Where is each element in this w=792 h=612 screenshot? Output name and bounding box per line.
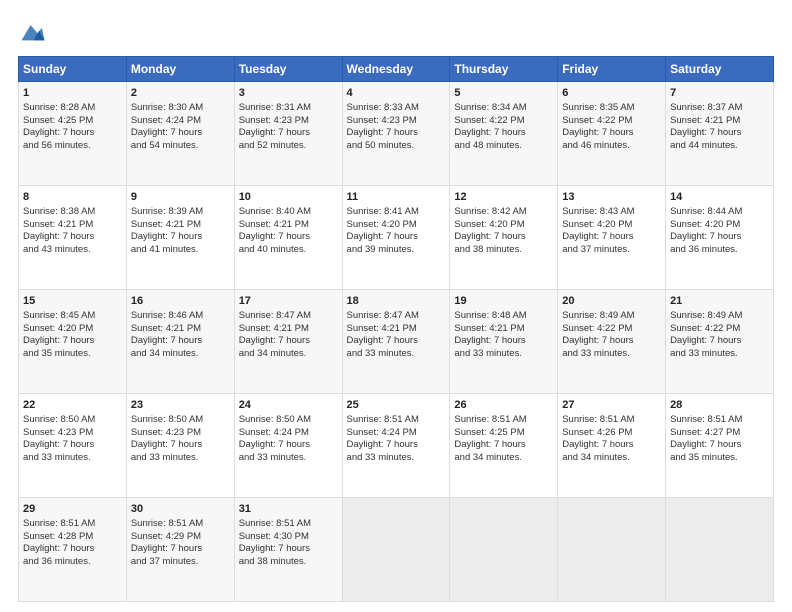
calendar-day-cell: 26Sunrise: 8:51 AMSunset: 4:25 PMDayligh… <box>450 394 558 498</box>
calendar-day-cell: 23Sunrise: 8:50 AMSunset: 4:23 PMDayligh… <box>126 394 234 498</box>
calendar-day-cell <box>666 498 774 602</box>
day-number: 28 <box>670 398 769 413</box>
weekday-header-cell: Sunday <box>19 57 127 82</box>
calendar-day-cell: 5Sunrise: 8:34 AMSunset: 4:22 PMDaylight… <box>450 82 558 186</box>
calendar-day-cell: 16Sunrise: 8:46 AMSunset: 4:21 PMDayligh… <box>126 290 234 394</box>
day-number: 15 <box>23 294 122 309</box>
day-number: 21 <box>670 294 769 309</box>
calendar-day-cell: 7Sunrise: 8:37 AMSunset: 4:21 PMDaylight… <box>666 82 774 186</box>
day-number: 19 <box>454 294 553 309</box>
day-number: 23 <box>131 398 230 413</box>
day-number: 10 <box>239 190 338 205</box>
calendar-day-cell: 4Sunrise: 8:33 AMSunset: 4:23 PMDaylight… <box>342 82 450 186</box>
weekday-header-cell: Wednesday <box>342 57 450 82</box>
calendar-day-cell: 17Sunrise: 8:47 AMSunset: 4:21 PMDayligh… <box>234 290 342 394</box>
day-number: 22 <box>23 398 122 413</box>
calendar-day-cell: 2Sunrise: 8:30 AMSunset: 4:24 PMDaylight… <box>126 82 234 186</box>
calendar-day-cell <box>342 498 450 602</box>
day-number: 4 <box>347 86 446 101</box>
calendar-day-cell: 6Sunrise: 8:35 AMSunset: 4:22 PMDaylight… <box>558 82 666 186</box>
day-number: 31 <box>239 502 338 517</box>
calendar-day-cell: 19Sunrise: 8:48 AMSunset: 4:21 PMDayligh… <box>450 290 558 394</box>
weekday-header-cell: Monday <box>126 57 234 82</box>
logo <box>18 18 50 46</box>
calendar-day-cell: 11Sunrise: 8:41 AMSunset: 4:20 PMDayligh… <box>342 186 450 290</box>
calendar-body: 1Sunrise: 8:28 AMSunset: 4:25 PMDaylight… <box>19 82 774 602</box>
calendar-day-cell: 9Sunrise: 8:39 AMSunset: 4:21 PMDaylight… <box>126 186 234 290</box>
calendar-day-cell: 12Sunrise: 8:42 AMSunset: 4:20 PMDayligh… <box>450 186 558 290</box>
weekday-header-cell: Tuesday <box>234 57 342 82</box>
day-number: 30 <box>131 502 230 517</box>
header <box>18 18 774 46</box>
calendar-day-cell <box>450 498 558 602</box>
day-number: 5 <box>454 86 553 101</box>
calendar-day-cell: 8Sunrise: 8:38 AMSunset: 4:21 PMDaylight… <box>19 186 127 290</box>
day-number: 8 <box>23 190 122 205</box>
calendar-day-cell: 22Sunrise: 8:50 AMSunset: 4:23 PMDayligh… <box>19 394 127 498</box>
calendar-day-cell: 21Sunrise: 8:49 AMSunset: 4:22 PMDayligh… <box>666 290 774 394</box>
day-number: 26 <box>454 398 553 413</box>
calendar-day-cell: 18Sunrise: 8:47 AMSunset: 4:21 PMDayligh… <box>342 290 450 394</box>
day-number: 18 <box>347 294 446 309</box>
day-number: 9 <box>131 190 230 205</box>
calendar-week-row: 22Sunrise: 8:50 AMSunset: 4:23 PMDayligh… <box>19 394 774 498</box>
calendar-week-row: 1Sunrise: 8:28 AMSunset: 4:25 PMDaylight… <box>19 82 774 186</box>
day-number: 14 <box>670 190 769 205</box>
day-number: 3 <box>239 86 338 101</box>
calendar-week-row: 15Sunrise: 8:45 AMSunset: 4:20 PMDayligh… <box>19 290 774 394</box>
day-number: 20 <box>562 294 661 309</box>
day-number: 29 <box>23 502 122 517</box>
calendar-day-cell: 29Sunrise: 8:51 AMSunset: 4:28 PMDayligh… <box>19 498 127 602</box>
weekday-header-cell: Saturday <box>666 57 774 82</box>
calendar-day-cell: 3Sunrise: 8:31 AMSunset: 4:23 PMDaylight… <box>234 82 342 186</box>
calendar-day-cell: 25Sunrise: 8:51 AMSunset: 4:24 PMDayligh… <box>342 394 450 498</box>
calendar-day-cell: 1Sunrise: 8:28 AMSunset: 4:25 PMDaylight… <box>19 82 127 186</box>
day-number: 25 <box>347 398 446 413</box>
calendar-day-cell: 31Sunrise: 8:51 AMSunset: 4:30 PMDayligh… <box>234 498 342 602</box>
calendar-day-cell: 27Sunrise: 8:51 AMSunset: 4:26 PMDayligh… <box>558 394 666 498</box>
calendar-day-cell: 15Sunrise: 8:45 AMSunset: 4:20 PMDayligh… <box>19 290 127 394</box>
calendar-day-cell: 28Sunrise: 8:51 AMSunset: 4:27 PMDayligh… <box>666 394 774 498</box>
day-number: 13 <box>562 190 661 205</box>
day-number: 1 <box>23 86 122 101</box>
day-number: 12 <box>454 190 553 205</box>
day-number: 11 <box>347 190 446 205</box>
calendar-day-cell: 14Sunrise: 8:44 AMSunset: 4:20 PMDayligh… <box>666 186 774 290</box>
day-number: 16 <box>131 294 230 309</box>
calendar-week-row: 29Sunrise: 8:51 AMSunset: 4:28 PMDayligh… <box>19 498 774 602</box>
weekday-header-cell: Thursday <box>450 57 558 82</box>
weekday-header-cell: Friday <box>558 57 666 82</box>
page: SundayMondayTuesdayWednesdayThursdayFrid… <box>0 0 792 612</box>
calendar-day-cell <box>558 498 666 602</box>
calendar-day-cell: 13Sunrise: 8:43 AMSunset: 4:20 PMDayligh… <box>558 186 666 290</box>
day-number: 27 <box>562 398 661 413</box>
calendar-day-cell: 24Sunrise: 8:50 AMSunset: 4:24 PMDayligh… <box>234 394 342 498</box>
calendar-week-row: 8Sunrise: 8:38 AMSunset: 4:21 PMDaylight… <box>19 186 774 290</box>
day-number: 6 <box>562 86 661 101</box>
calendar-day-cell: 30Sunrise: 8:51 AMSunset: 4:29 PMDayligh… <box>126 498 234 602</box>
calendar-table: SundayMondayTuesdayWednesdayThursdayFrid… <box>18 56 774 602</box>
logo-icon <box>18 18 46 46</box>
calendar-day-cell: 20Sunrise: 8:49 AMSunset: 4:22 PMDayligh… <box>558 290 666 394</box>
day-number: 2 <box>131 86 230 101</box>
day-number: 24 <box>239 398 338 413</box>
calendar-day-cell: 10Sunrise: 8:40 AMSunset: 4:21 PMDayligh… <box>234 186 342 290</box>
day-number: 17 <box>239 294 338 309</box>
day-number: 7 <box>670 86 769 101</box>
weekday-header-row: SundayMondayTuesdayWednesdayThursdayFrid… <box>19 57 774 82</box>
